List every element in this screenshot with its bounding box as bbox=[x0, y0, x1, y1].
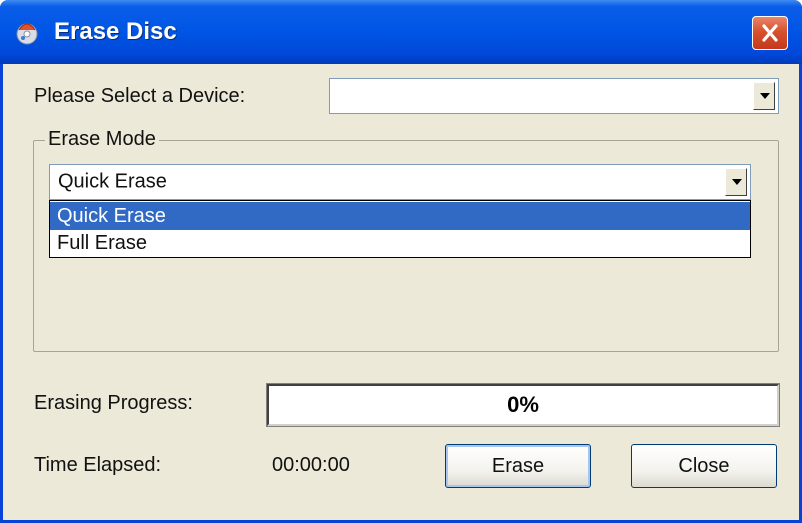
close-button[interactable]: Close bbox=[631, 444, 777, 488]
disc-burner-icon bbox=[16, 23, 38, 45]
chevron-down-icon bbox=[760, 93, 770, 99]
progress-percent: 0% bbox=[507, 392, 539, 417]
device-dropdown-button[interactable] bbox=[753, 82, 775, 110]
progress-label: Erasing Progress: bbox=[34, 392, 193, 414]
erase-mode-group-title: Erase Mode bbox=[45, 128, 159, 151]
erase-disc-dialog: Erase Disc Please Select a Device: Erase… bbox=[0, 0, 802, 523]
window-close-button[interactable] bbox=[752, 16, 788, 50]
time-elapsed-label: Time Elapsed: bbox=[34, 454, 162, 476]
chevron-down-icon bbox=[732, 179, 742, 185]
time-elapsed-value: 00:00:00 bbox=[272, 454, 350, 476]
device-label: Please Select a Device: bbox=[34, 85, 246, 107]
erase-mode-select-value: Quick Erase bbox=[58, 170, 167, 193]
close-icon bbox=[762, 24, 778, 42]
device-select[interactable] bbox=[329, 78, 779, 114]
erase-mode-dropdown-button[interactable] bbox=[725, 168, 747, 196]
erase-mode-select[interactable]: Quick Erase bbox=[49, 164, 751, 200]
dropdown-option-full-erase[interactable]: Full Erase bbox=[50, 229, 750, 257]
erase-mode-dropdown-list: Quick Erase Full Erase bbox=[49, 200, 751, 258]
window-title: Erase Disc bbox=[54, 18, 177, 45]
title-bar[interactable]: Erase Disc bbox=[0, 0, 802, 64]
dropdown-option-quick-erase[interactable]: Quick Erase bbox=[50, 202, 750, 230]
erasing-progress-bar: 0% bbox=[266, 383, 780, 427]
erase-button[interactable]: Erase bbox=[445, 444, 591, 488]
